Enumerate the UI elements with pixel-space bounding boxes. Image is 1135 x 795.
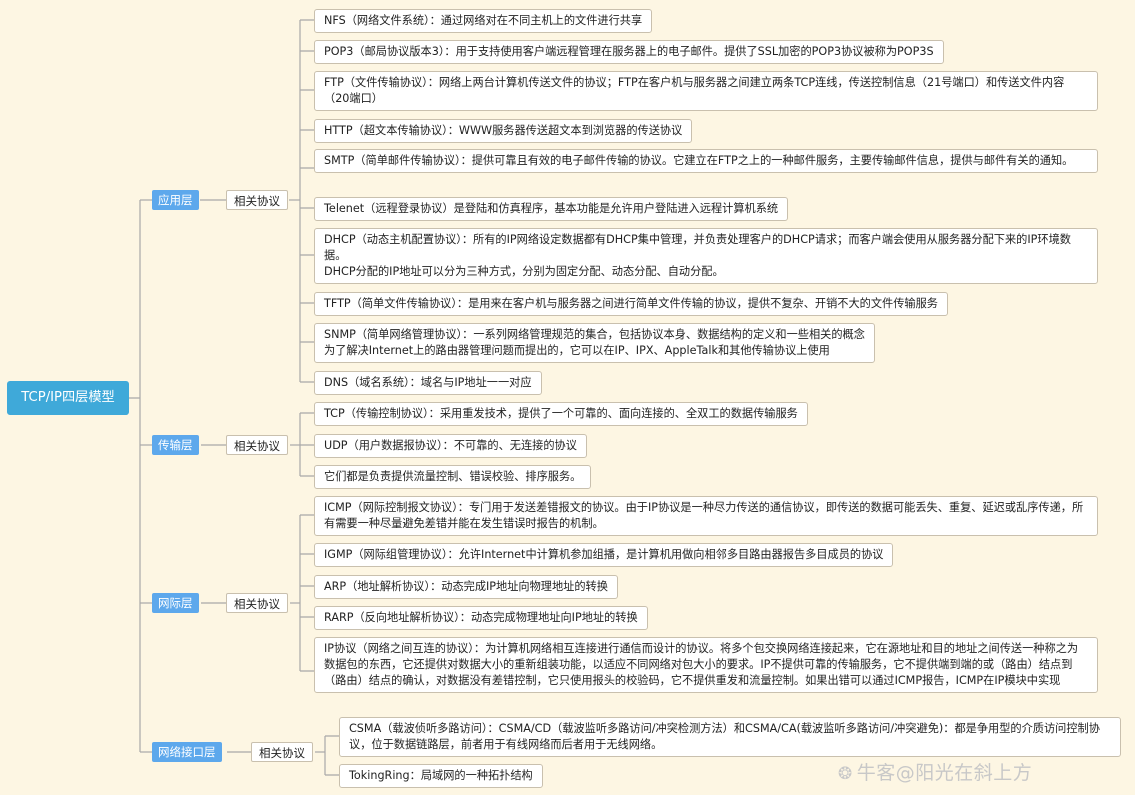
protocol-tokingring[interactable]: TokingRing：局域网的一种拓扑结构 bbox=[339, 764, 543, 788]
protocol-http[interactable]: HTTP（超文本传输协议）：WWW服务器传送超文本到浏览器的传送协议 bbox=[314, 119, 693, 143]
protocol-arp[interactable]: ARP（地址解析协议）：动态完成IP地址向物理地址的转换 bbox=[314, 575, 618, 599]
protocol-telenet[interactable]: Telenet（远程登录协议）是登陆和仿真程序，基本功能是允许用户登陆进入远程计… bbox=[314, 197, 789, 221]
layer-network-interface[interactable]: 网络接口层 bbox=[152, 742, 222, 762]
layer-internet[interactable]: 网际层 bbox=[152, 593, 199, 613]
protocol-csma[interactable]: CSMA（载波侦听多路访问）：CSMA/CD（载波监听多路访问/冲突检测方法）和… bbox=[339, 717, 1121, 757]
protocol-rarp[interactable]: RARP（反向地址解析协议）：动态完成物理地址向IP地址的转换 bbox=[314, 606, 648, 630]
layer-transport[interactable]: 传输层 bbox=[152, 435, 199, 455]
protocol-udp[interactable]: UDP（用户数据报协议）：不可靠的、无连接的协议 bbox=[314, 434, 587, 458]
protocol-tftp[interactable]: TFTP（简单文件传输协议）：是用来在客户机与服务器之间进行简单文件传输的协议，… bbox=[314, 292, 948, 316]
transport-note[interactable]: 它们都是负责提供流量控制、错误校验、排序服务。 bbox=[314, 465, 592, 489]
protocol-icmp[interactable]: ICMP（网际控制报文协议）：专门用于发送差错报文的协议。由于IP协议是一种尽力… bbox=[314, 496, 1098, 536]
protocol-smtp[interactable]: SMTP（简单邮件传输协议）：提供可靠且有效的电子邮件传输的协议。它建立在FTP… bbox=[314, 149, 1098, 173]
protocol-ftp[interactable]: FTP（文件传输协议）：网络上两台计算机传送文件的协议；FTP在客户机与服务器之… bbox=[314, 71, 1098, 111]
protocol-ip[interactable]: IP协议（网络之间互连的协议）：为计算机网络相互连接进行通信而设计的协议。将多个… bbox=[314, 637, 1098, 693]
protocol-dns[interactable]: DNS（域名系统）：域名与IP地址一一对应 bbox=[314, 371, 542, 395]
layer-application[interactable]: 应用层 bbox=[152, 190, 199, 210]
protocol-dhcp[interactable]: DHCP（动态主机配置协议）：所有的IP网络设定数据都有DHCP集中管理，并负责… bbox=[314, 228, 1098, 284]
watermark-text: 牛客@阳光在斜上方 bbox=[856, 762, 1033, 784]
protocol-snmp[interactable]: SNMP（简单网络管理协议）：一系列网络管理规范的集合，包括协议本身、数据结构的… bbox=[314, 323, 875, 363]
related-protocols-transport[interactable]: 相关协议 bbox=[226, 435, 288, 455]
protocol-tcp[interactable]: TCP（传输控制协议）：采用重发技术，提供了一个可靠的、面向连接的、全双工的数据… bbox=[314, 402, 808, 426]
protocol-nfs[interactable]: NFS（网络文件系统）：通过网络对在不同主机上的文件进行共享 bbox=[314, 9, 653, 33]
protocol-pop3[interactable]: POP3（邮局协议版本3）：用于支持使用客户端远程管理在服务器上的电子邮件。提供… bbox=[314, 40, 944, 64]
related-protocols-internet[interactable]: 相关协议 bbox=[226, 593, 288, 613]
root-node[interactable]: TCP/IP四层模型 bbox=[7, 381, 129, 415]
related-protocols-application[interactable]: 相关协议 bbox=[226, 190, 288, 210]
watermark: ❂ 牛客@阳光在斜上方 bbox=[838, 758, 1032, 785]
protocol-igmp[interactable]: IGMP（网际组管理协议）：允许Internet中计算机参加组播，是计算机用做向… bbox=[314, 543, 894, 567]
niuke-logo-icon: ❂ bbox=[838, 764, 853, 784]
related-protocols-network-interface[interactable]: 相关协议 bbox=[251, 742, 313, 762]
